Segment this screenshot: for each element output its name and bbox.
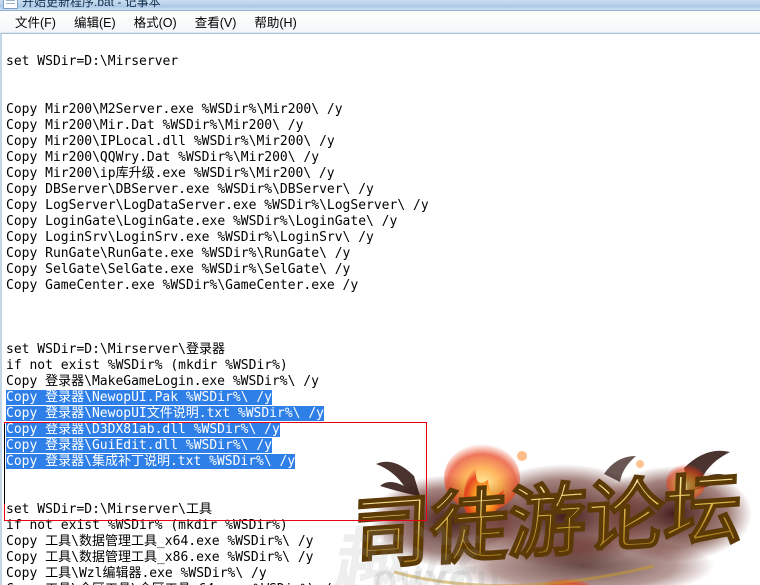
editor-line[interactable]: Copy 登录器\NewopUI.Pak %WSDir%\ /y [6,390,760,406]
editor-line[interactable]: Copy Mir200\Mir.Dat %WSDir%\Mir200\ /y [6,118,760,134]
notepad-window: 开始更新程序.bat - 记事本 文件(F) 编辑(E) 格式(O) 查看(V)… [0,0,760,585]
bat-file-content[interactable]: set WSDir=D:\Mirserver Copy Mir200\M2Ser… [6,38,760,585]
menu-help[interactable]: 帮助(H) [245,11,305,33]
editor-line[interactable]: Copy 工具\数据管理工具_x86.exe %WSDir%\ /y [6,550,760,566]
editor-line[interactable]: Copy LoginSrv\LoginSrv.exe %WSDir%\Login… [6,230,760,246]
selected-text[interactable]: Copy 登录器\GuiEdit.dll %WSDir%\ /y [6,438,272,453]
editor-line[interactable]: set WSDir=D:\Mirserver [6,54,760,70]
editor-line[interactable]: Copy DBServer\DBServer.exe %WSDir%\DBSer… [6,182,760,198]
window-title: 开始更新程序.bat - 记事本 [22,0,161,9]
editor-line[interactable] [6,486,760,502]
editor-line[interactable]: Copy Mir200\ip库升级.exe %WSDir%\Mir200\ /y [6,166,760,182]
editor-line[interactable]: Copy 工具\数据管理工具_x64.exe %WSDir%\ /y [6,534,760,550]
notepad-document-icon [3,0,18,9]
editor-line[interactable]: Copy GameCenter.exe %WSDir%\GameCenter.e… [6,278,760,294]
selected-text[interactable]: Copy 登录器\NewopUI.Pak %WSDir%\ /y [6,390,272,405]
editor-line[interactable]: Copy 登录器\GuiEdit.dll %WSDir%\ /y [6,438,760,454]
editor-line[interactable]: Copy 登录器\D3DX81ab.dll %WSDir%\ /y [6,422,760,438]
selected-text[interactable]: Copy 登录器\集成补丁说明.txt %WSDir%\ /y [6,454,296,469]
editor-line[interactable]: set WSDir=D:\Mirserver\工具 [6,502,760,518]
menu-edit[interactable]: 编辑(E) [65,11,125,33]
editor-line[interactable] [6,326,760,342]
window-titlebar[interactable]: 开始更新程序.bat - 记事本 [0,0,760,11]
menubar: 文件(F) 编辑(E) 格式(O) 查看(V) 帮助(H) [0,11,760,33]
editor-line[interactable]: set WSDir=D:\Mirserver\登录器 [6,342,760,358]
editor-line[interactable]: Copy LoginGate\LoginGate.exe %WSDir%\Log… [6,214,760,230]
selected-text[interactable]: Copy 登录器\NewopUI文件说明.txt %WSDir%\ /y [6,406,324,421]
editor-line[interactable]: Copy 登录器\MakeGameLogin.exe %WSDir%\ /y [6,374,760,390]
editor-line[interactable] [6,70,760,86]
editor-line[interactable]: Copy Mir200\M2Server.exe %WSDir%\Mir200\… [6,102,760,118]
editor-line[interactable]: Copy 登录器\NewopUI文件说明.txt %WSDir%\ /y [6,406,760,422]
text-caret [4,424,5,504]
editor-line[interactable] [6,470,760,486]
editor-line[interactable]: Copy LogServer\LogDataServer.exe %WSDir%… [6,198,760,214]
editor-line[interactable]: Copy RunGate\RunGate.exe %WSDir%\RunGate… [6,246,760,262]
menu-file[interactable]: 文件(F) [6,11,65,33]
text-editor-area[interactable]: 司徒游论坛 趣游 QUYOU set WSDir=D:\Mirserver Co… [0,33,760,585]
editor-line[interactable]: if not exist %WSDir% (mkdir %WSDir%) [6,518,760,534]
selected-text[interactable]: Copy 登录器\D3DX81ab.dll %WSDir%\ /y [6,422,280,437]
editor-line[interactable]: Copy Mir200\QQWry.Dat %WSDir%\Mir200\ /y [6,150,760,166]
editor-line[interactable]: Copy SelGate\SelGate.exe %WSDir%\SelGate… [6,262,760,278]
editor-line[interactable]: Copy Mir200\IPLocal.dll %WSDir%\Mir200\ … [6,134,760,150]
editor-line[interactable]: Copy 登录器\集成补丁说明.txt %WSDir%\ /y [6,454,760,470]
editor-line[interactable]: Copy 工具\Wzl编辑器.exe %WSDir%\ /y [6,566,760,582]
editor-line[interactable] [6,86,760,102]
editor-line[interactable] [6,310,760,326]
menu-view[interactable]: 查看(V) [186,11,246,33]
editor-line[interactable]: if not exist %WSDir% (mkdir %WSDir%) [6,358,760,374]
editor-line[interactable] [6,38,760,54]
menu-format[interactable]: 格式(O) [125,11,186,33]
editor-line[interactable] [6,294,760,310]
